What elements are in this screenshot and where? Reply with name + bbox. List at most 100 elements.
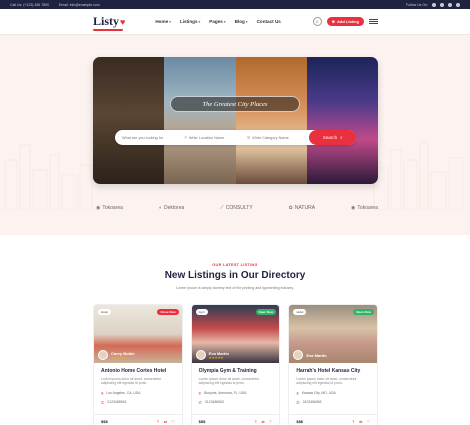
category-icon: ⊞: [246, 135, 251, 140]
brand-logo: ◉ Tokoarea: [96, 205, 123, 211]
phone-icon: ✆: [101, 399, 105, 405]
price-level: $$$: [101, 418, 108, 424]
listing-body: Harrah's Hotel Kansas City Lorem ipsum d…: [289, 363, 377, 414]
topbar-follow-label: Follow Us On:: [406, 2, 428, 7]
city-skyline-illustration-right: [373, 141, 464, 210]
owner-name: Eva Martin: [306, 352, 327, 358]
site-logo[interactable]: Listy ♥: [93, 14, 126, 31]
brand-logo: ◉ Tokoarea: [351, 205, 378, 211]
logo-swoosh: [93, 29, 123, 31]
city-skyline-illustration-left: [4, 144, 93, 210]
nav-item-blog[interactable]: Blog▾: [235, 19, 248, 24]
owner-name: Carey Butler: [111, 350, 135, 356]
heart-icon[interactable]: ♡: [171, 419, 175, 424]
user-icon: ☺: [315, 19, 320, 24]
listing-image[interactable]: Hotel Close Now Carey Butler ★★★★★: [94, 305, 182, 363]
hero-photo-lighthouse: [164, 57, 236, 184]
nav-item-listings[interactable]: Listings▾: [180, 19, 200, 24]
listing-body: Olympia Gym & Training Lorem ipsum dolor…: [192, 363, 280, 414]
main-header: Listy ♥ Home▾ Listings▾ Pages▾ Blog▾ Con…: [0, 9, 470, 35]
phone-icon: ✆: [198, 399, 203, 405]
location-pin-icon: ⌾: [296, 390, 299, 396]
menu-hamburger-icon[interactable]: [369, 19, 378, 24]
listing-title[interactable]: Harrah's Hotel Kansas City: [296, 368, 370, 374]
section-subtitle: Lorem Ipsum is simply dummy text of the …: [176, 286, 294, 290]
heart-icon[interactable]: ♡: [269, 419, 273, 424]
brand-mark-icon: ◉: [351, 205, 356, 211]
avatar[interactable]: [293, 350, 304, 360]
brand-logo: ⟋ CONSULTY: [220, 205, 253, 211]
user-account-button[interactable]: ☺: [312, 17, 322, 26]
linkedin-icon[interactable]: [456, 2, 460, 7]
listing-image[interactable]: Gym Open Now Eva Martin ★★★★★: [191, 305, 280, 363]
nav-item-contact[interactable]: Contact Us: [257, 19, 281, 24]
listing-owner: Eva Martin: [293, 350, 327, 360]
status-badge: Open Now: [353, 309, 375, 315]
rating-stars: ★★★★★: [111, 355, 126, 360]
chevron-down-icon: ▾: [169, 20, 171, 24]
topbar-email[interactable]: Email: info@example.com: [59, 3, 100, 7]
compare-icon[interactable]: ⇄: [164, 419, 167, 424]
category-tag[interactable]: Gym: [195, 309, 209, 315]
price-level: $$$: [198, 418, 206, 424]
brand-mark-icon: ⟋: [220, 205, 224, 211]
listing-card[interactable]: Hotel Open Now Eva Martin Harrah's Hotel…: [288, 304, 379, 425]
category-search-field[interactable]: ⊞ Write Category Name: [247, 135, 309, 140]
facebook-icon[interactable]: [432, 2, 436, 7]
listing-card[interactable]: Gym Open Now Eva Martin ★★★★★ Olympia Gy…: [190, 304, 281, 425]
listing-location: ⌾ Kansas City, MO, USA: [296, 390, 336, 396]
listing-owner: Eva Martin ★★★★★: [195, 350, 229, 360]
keyword-search-field[interactable]: What are you looking for: [122, 136, 184, 140]
chevron-down-icon: ▾: [245, 20, 248, 24]
compare-icon[interactable]: ⇄: [359, 419, 362, 424]
listing-footer: $$$ ⇪ ⇄ ♡: [289, 413, 378, 425]
listing-title[interactable]: Antonio Home Cortes Hotel: [101, 368, 175, 374]
hero-photo-people: [235, 57, 307, 184]
share-icon[interactable]: ⇪: [156, 419, 159, 424]
compare-icon[interactable]: ⇄: [261, 419, 264, 424]
add-listing-button[interactable]: ⊕ Add Listing: [326, 17, 364, 26]
nav-item-pages[interactable]: Pages▾: [209, 19, 225, 24]
listing-body: Antonio Home Cortes Hotel Lorem ipsum do…: [94, 363, 182, 414]
category-tag[interactable]: Hotel: [98, 309, 112, 315]
listing-location: ⌾ Bonjorie, Aventura, FL, USA: [198, 390, 247, 396]
category-tag[interactable]: Hotel: [293, 309, 307, 315]
listing-card[interactable]: Hotel Close Now Carey Butler ★★★★★ Anton…: [93, 304, 183, 425]
topbar-phone[interactable]: Call Us: (+123) 456 7890: [10, 3, 49, 7]
heart-icon[interactable]: ♡: [366, 419, 370, 424]
listing-footer: $$$ ⇪ ⇄ ♡: [94, 413, 182, 425]
brand-logo: ◐ Dektorea: [158, 205, 185, 211]
brand-logo: ✿ NATURA: [288, 205, 316, 211]
twitter-icon[interactable]: [440, 2, 444, 7]
brand-mark-icon: ✿: [288, 205, 293, 211]
listing-footer: $$$ ⇪ ⇄ ♡: [191, 413, 280, 425]
avatar[interactable]: [195, 350, 206, 360]
price-level: $$$: [296, 418, 304, 424]
share-icon[interactable]: ⇪: [352, 419, 355, 424]
status-badge: Open Now: [255, 309, 277, 315]
nav-item-home[interactable]: Home▾: [155, 19, 171, 24]
chevron-down-icon: ▾: [198, 20, 201, 24]
share-icon[interactable]: ⇪: [254, 419, 257, 424]
section-kicker: OUR LATEST LISTING: [212, 263, 258, 267]
instagram-icon[interactable]: [448, 2, 452, 7]
plus-circle-icon: ⊕: [331, 19, 335, 24]
search-button[interactable]: Search ⌕: [309, 130, 357, 145]
listing-phone: ✆ 0123456963: [198, 399, 224, 405]
main-nav: Home▾ Listings▾ Pages▾ Blog▾ Contact Us: [155, 19, 280, 24]
owner-name: Eva Martin: [208, 350, 229, 356]
listing-image[interactable]: Hotel Open Now Eva Martin: [289, 305, 378, 363]
location-search-field[interactable]: ⌾ Write Location Name: [184, 135, 246, 140]
brand-logos-row: ◉ Tokoarea ◐ Dektorea ⟋ CONSULTY ✿ NATURA ◉ T…: [96, 205, 378, 211]
avatar[interactable]: [98, 350, 108, 360]
listing-title[interactable]: Olympia Gym & Training: [199, 368, 273, 374]
listing-description: Lorem ipsum dolor sit amet, consectetur …: [198, 377, 259, 386]
status-badge: Close Now: [157, 309, 179, 315]
brand-mark-icon: ◐: [158, 205, 162, 211]
listing-owner: Carey Butler ★★★★★: [98, 350, 135, 360]
hero-photo-street: [93, 57, 165, 184]
location-pin-icon: ⌾: [101, 390, 104, 396]
search-icon: ⌕: [340, 135, 343, 140]
listing-description: Lorem ipsum dolor sit amet, consectetur …: [101, 377, 162, 386]
logo-heart-icon: ♥: [120, 16, 126, 27]
